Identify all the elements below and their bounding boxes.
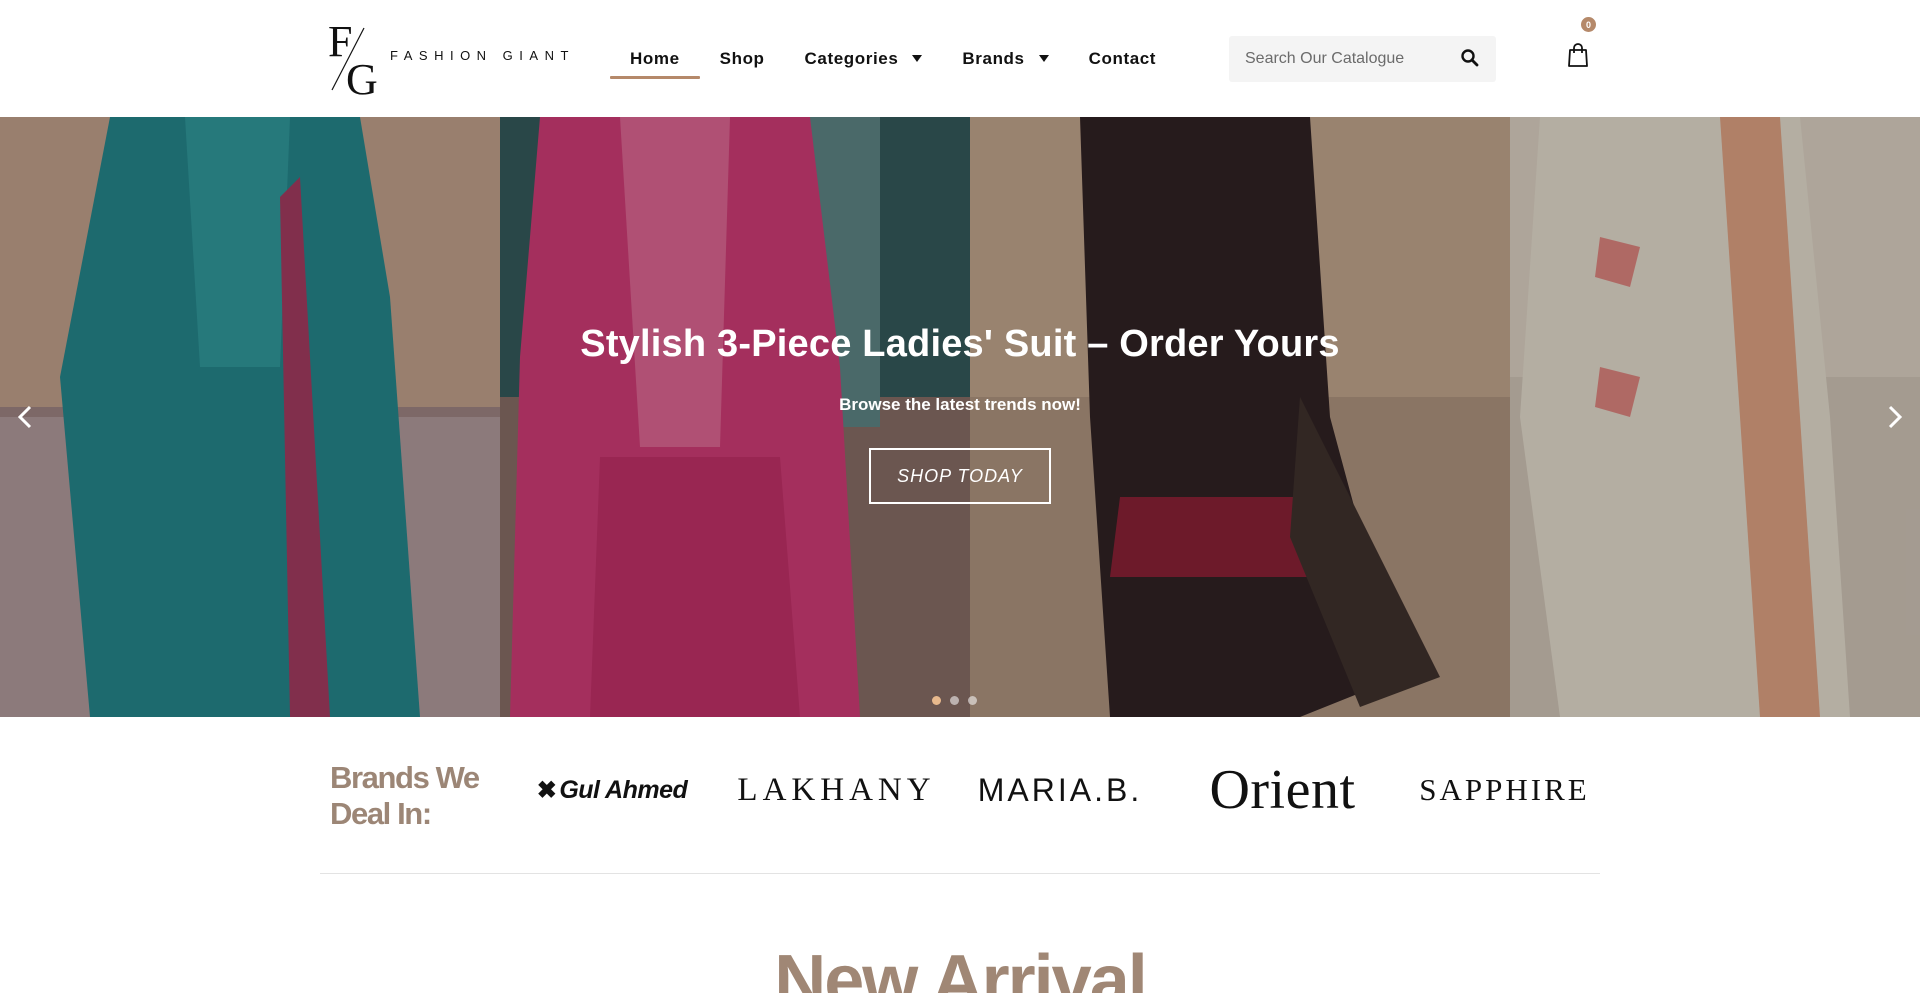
nav-brands-label: Brands	[962, 48, 1025, 68]
nav-contact[interactable]: Contact	[1069, 0, 1176, 117]
nav-home-label: Home	[630, 48, 680, 68]
brand-logo-maria-b[interactable]: MARIA.B.	[975, 760, 1145, 820]
nav-brands[interactable]: Brands	[942, 0, 1068, 117]
nav-home[interactable]: Home	[610, 0, 700, 117]
nav-shop-label: Shop	[719, 48, 765, 68]
nav-contact-label: Contact	[1088, 48, 1157, 68]
hero-slider: Stylish 3-Piece Ladies' Suit – Order You…	[0, 117, 1920, 717]
shop-today-button[interactable]: SHOP TODAY	[869, 448, 1051, 504]
svg-text:G: G	[346, 55, 378, 98]
brands-section-title: Brands We Deal In:	[330, 760, 480, 831]
nav-shop[interactable]: Shop	[700, 0, 785, 117]
hero-subtitle: Browse the latest trends now!	[839, 395, 1081, 414]
section-divider	[320, 873, 1600, 874]
slider-dot-2[interactable]	[950, 696, 959, 705]
brand-logo-orient[interactable]: Orient	[1200, 759, 1365, 821]
brand-logo-text: Gul Ahmed	[559, 775, 688, 804]
nav-categories-label: Categories	[804, 48, 899, 68]
shopping-bag-icon[interactable]	[1566, 42, 1590, 70]
site-logo[interactable]: F G FASHION GIANT	[328, 20, 568, 98]
search-icon[interactable]	[1460, 48, 1482, 70]
slider-dot-3[interactable]	[968, 696, 977, 705]
brand-logo-sapphire[interactable]: SAPPHIRE	[1417, 760, 1592, 820]
chevron-right-icon[interactable]	[1880, 397, 1910, 437]
new-arrival-heading: New Arrival	[774, 941, 1148, 993]
brand-logo-lakhany[interactable]: LAKHANY	[737, 760, 930, 820]
slider-dot-1[interactable]	[932, 696, 941, 705]
chevron-left-icon[interactable]	[10, 397, 40, 437]
search-bar	[1229, 36, 1496, 82]
caret-down-icon	[912, 55, 923, 62]
cart-count-badge: 0	[1581, 17, 1596, 32]
caret-down-icon	[1038, 55, 1049, 62]
hero-title: Stylish 3-Piece Ladies' Suit – Order You…	[580, 323, 1340, 365]
fg-monogram-icon: F G	[328, 20, 378, 98]
search-input[interactable]	[1229, 50, 1439, 68]
nav-categories[interactable]: Categories	[785, 0, 943, 117]
gul-ahmed-symbol-icon: ✖	[536, 776, 557, 804]
hero-overlay	[0, 117, 1920, 717]
brand-logo-gul-ahmed[interactable]: ✖ Gul Ahmed	[527, 760, 697, 820]
slider-pagination	[932, 696, 977, 705]
logo-wordmark: FASHION GIANT	[390, 48, 575, 63]
main-nav: Home Shop Categories Brands Contact	[610, 0, 1176, 117]
site-header: F G FASHION GIANT Home Shop Categories B…	[0, 0, 1920, 117]
